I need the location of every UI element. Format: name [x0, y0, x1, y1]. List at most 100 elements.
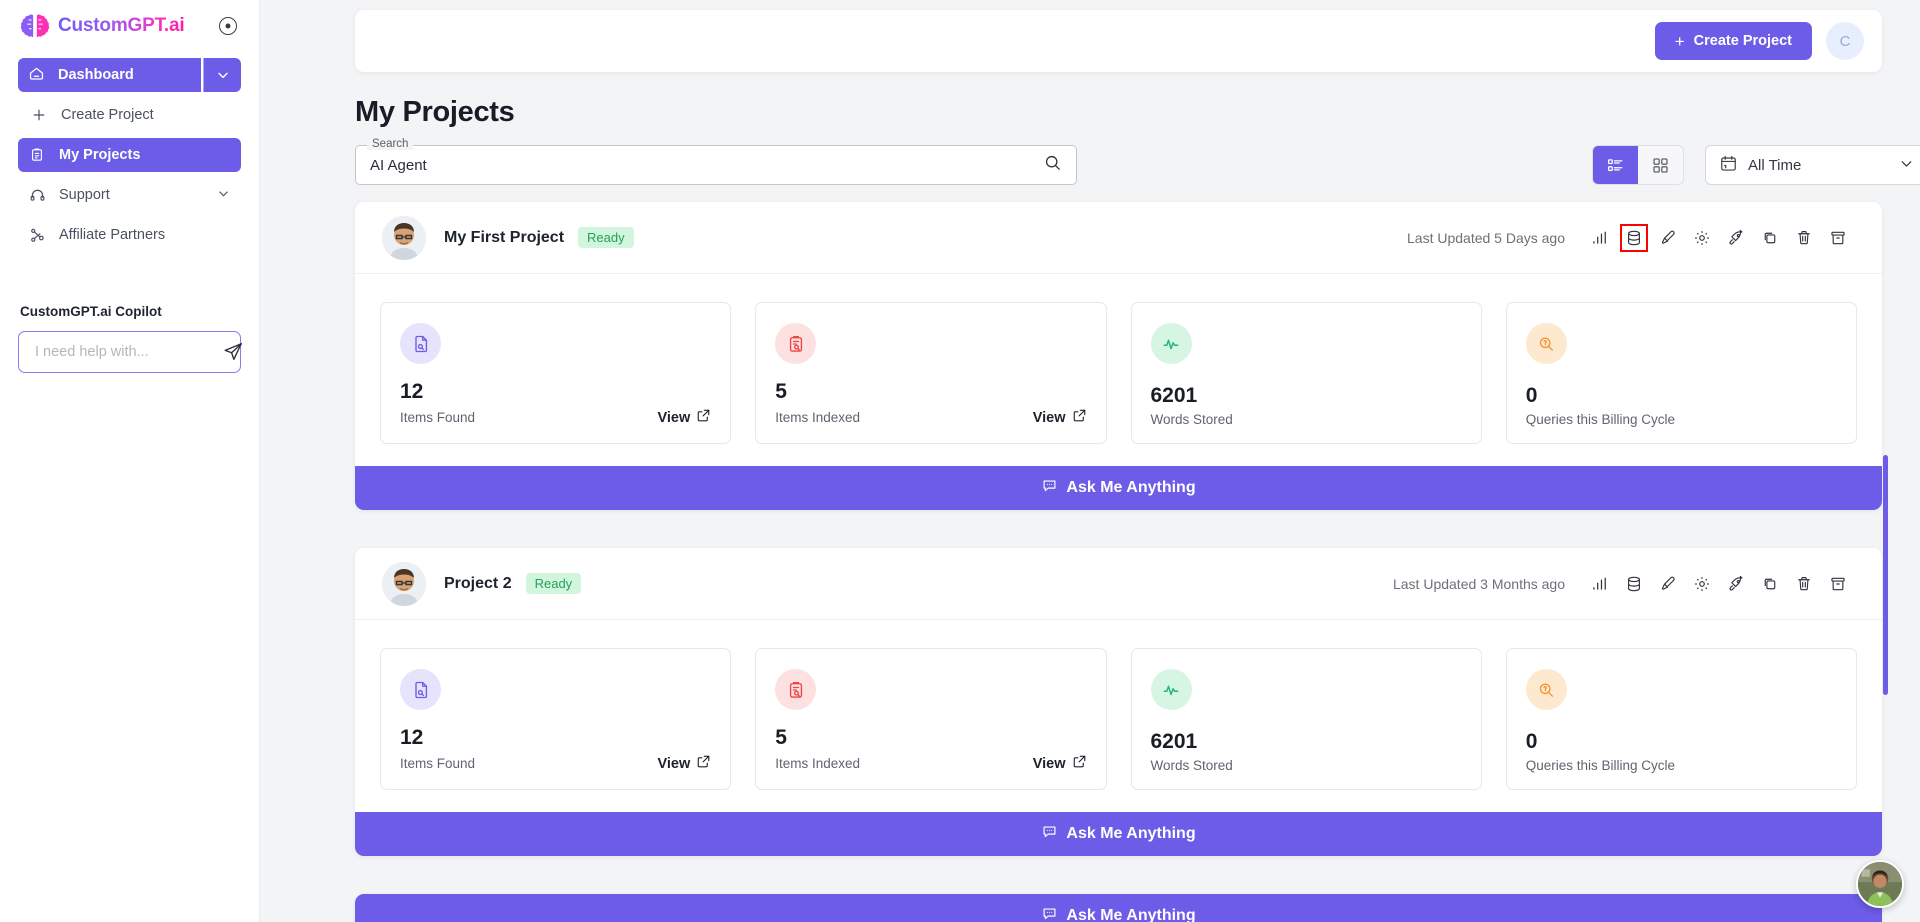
search-input[interactable]: [370, 156, 1043, 174]
paintbrush-icon[interactable]: [1655, 225, 1681, 251]
bar-chart-icon[interactable]: [1587, 225, 1613, 251]
status-badge: Ready: [525, 573, 582, 594]
sidebar-item-dashboard-row: Dashboard: [18, 58, 241, 92]
search-icon[interactable]: [1043, 153, 1062, 177]
stat-card: 12 Items Found View: [380, 302, 732, 444]
time-filter-label: All Time: [1748, 156, 1802, 174]
project-card-actions: Last Updated 3 Months ago: [1393, 571, 1855, 597]
dashboard-chevron-down-icon[interactable]: [203, 58, 241, 92]
collapse-circle-icon[interactable]: [219, 17, 237, 35]
support-chevron-down-icon: [216, 186, 231, 205]
database-icon[interactable]: [1620, 223, 1648, 252]
sidebar-item-affiliate-partners[interactable]: Affiliate Partners: [18, 218, 241, 252]
sidebar-item-create-project-label: Create Project: [61, 107, 154, 123]
stat-view-link[interactable]: View: [657, 408, 711, 427]
user-avatar[interactable]: C: [1826, 22, 1864, 60]
project-card: My First Project Ready Last Updated 5 Days…: [355, 202, 1882, 510]
magnifier-question-icon: [1525, 323, 1567, 364]
home-icon: [28, 65, 45, 86]
sidebar-item-affiliate-partners-label: Affiliate Partners: [59, 227, 166, 243]
rocket-icon[interactable]: [1723, 225, 1749, 251]
trash-icon[interactable]: [1791, 571, 1817, 597]
create-project-button[interactable]: + Create Project: [1654, 22, 1812, 60]
send-paper-plane-icon[interactable]: [222, 341, 244, 363]
last-updated-text: Last Updated 3 Months ago: [1392, 575, 1565, 592]
project-card-list: My First Project Ready Last Updated 5 Days…: [355, 202, 1882, 922]
stat-label: Queries this Billing Cycle: [1525, 412, 1676, 427]
stat-view-label: View: [657, 755, 691, 772]
stat-value: 0: [1525, 730, 1538, 753]
list-view-icon[interactable]: [1593, 146, 1638, 184]
sidebar-item-dashboard[interactable]: Dashboard: [18, 58, 201, 92]
gear-icon[interactable]: [1689, 571, 1715, 597]
copy-icon[interactable]: [1757, 225, 1783, 251]
stat-view-label: View: [1032, 755, 1066, 772]
share-nodes-icon: [28, 226, 46, 244]
archive-icon[interactable]: [1825, 571, 1851, 597]
copilot-input-wrapper[interactable]: [18, 331, 244, 373]
ask-me-anything-button[interactable]: Ask Me Anything: [355, 812, 1882, 856]
chat-bubble-icon: [1041, 477, 1058, 499]
chat-bubble-icon: [1041, 905, 1058, 922]
brand-logo[interactable]: CustomGPT.ai: [18, 0, 241, 52]
create-project-button-label: Create Project: [1693, 33, 1792, 49]
clipboard-search-icon: [775, 323, 817, 364]
stat-card: 6201 Words Stored: [1130, 302, 1482, 444]
calendar-icon: [1719, 154, 1738, 177]
pulse-icon: [1150, 669, 1192, 710]
chat-bubble-icon: [1041, 823, 1058, 845]
document-search-icon: [400, 669, 441, 710]
stat-view-link[interactable]: View: [1033, 408, 1087, 427]
stat-view-label: View: [1032, 409, 1066, 426]
copy-icon[interactable]: [1757, 571, 1783, 597]
sidebar-item-create-project[interactable]: Create Project: [18, 98, 241, 132]
stat-value: 0: [1525, 384, 1538, 407]
gear-icon[interactable]: [1689, 225, 1715, 251]
sidebar-item-my-projects[interactable]: My Projects: [18, 138, 241, 172]
status-badge: Ready: [578, 227, 634, 248]
time-filter-dropdown[interactable]: All Time: [1705, 145, 1920, 185]
trash-icon[interactable]: [1791, 225, 1817, 251]
ask-me-anything-button[interactable]: Ask Me Anything: [355, 894, 1882, 922]
stat-footer: Words Stored: [1151, 758, 1462, 773]
scrollbar-thumb[interactable]: [1883, 455, 1888, 695]
stat-view-link[interactable]: View: [1033, 754, 1087, 773]
stat-label: Words Stored: [1150, 758, 1233, 773]
stat-card: 5 Items Indexed View: [755, 648, 1107, 790]
bar-chart-icon[interactable]: [1587, 571, 1613, 597]
stat-view-link[interactable]: View: [657, 754, 711, 773]
stat-value: 5: [775, 726, 787, 749]
database-icon[interactable]: [1621, 571, 1647, 597]
sidebar-nav: Dashboard Create Project My Projects Sup…: [18, 58, 241, 252]
brain-icon: [20, 13, 50, 39]
rocket-icon[interactable]: [1723, 571, 1749, 597]
stat-card: 6201 Words Stored: [1130, 648, 1482, 790]
sidebar-item-support[interactable]: Support: [18, 178, 241, 212]
headset-icon: [28, 186, 46, 204]
project-card-actions: Last Updated 5 Days ago: [1407, 223, 1855, 252]
project-name: My First Project: [444, 228, 565, 246]
clipboard-search-icon: [775, 669, 817, 710]
copilot-input[interactable]: [35, 344, 222, 360]
ask-me-anything-button[interactable]: Ask Me Anything: [355, 466, 1882, 510]
stat-card: 5 Items Indexed View: [755, 302, 1107, 444]
magnifier-question-icon: [1525, 669, 1567, 710]
stat-card: 12 Items Found View: [380, 648, 732, 790]
ask-me-anything-label: Ask Me Anything: [1066, 825, 1196, 842]
sidebar: CustomGPT.ai Dashboard Create Project My…: [0, 0, 260, 922]
top-bar: + Create Project C: [355, 10, 1882, 72]
brand-name: CustomGPT.ai: [58, 15, 185, 36]
project-card: Ask Me Anything: [355, 894, 1882, 922]
stat-footer: Items Indexed View: [775, 754, 1086, 773]
project-avatar: [382, 561, 426, 606]
archive-icon[interactable]: [1825, 225, 1851, 251]
chat-support-avatar-button[interactable]: [1856, 860, 1904, 908]
chevron-down-icon: [1898, 155, 1915, 176]
search-field-wrapper[interactable]: Search: [355, 138, 1077, 185]
stat-label: Items Found: [400, 756, 476, 771]
stat-footer: Queries this Billing Cycle: [1526, 412, 1837, 427]
stat-value: 12: [400, 380, 424, 403]
stat-footer: Items Found View: [400, 408, 711, 427]
grid-view-icon[interactable]: [1638, 146, 1683, 184]
paintbrush-icon[interactable]: [1655, 571, 1681, 597]
